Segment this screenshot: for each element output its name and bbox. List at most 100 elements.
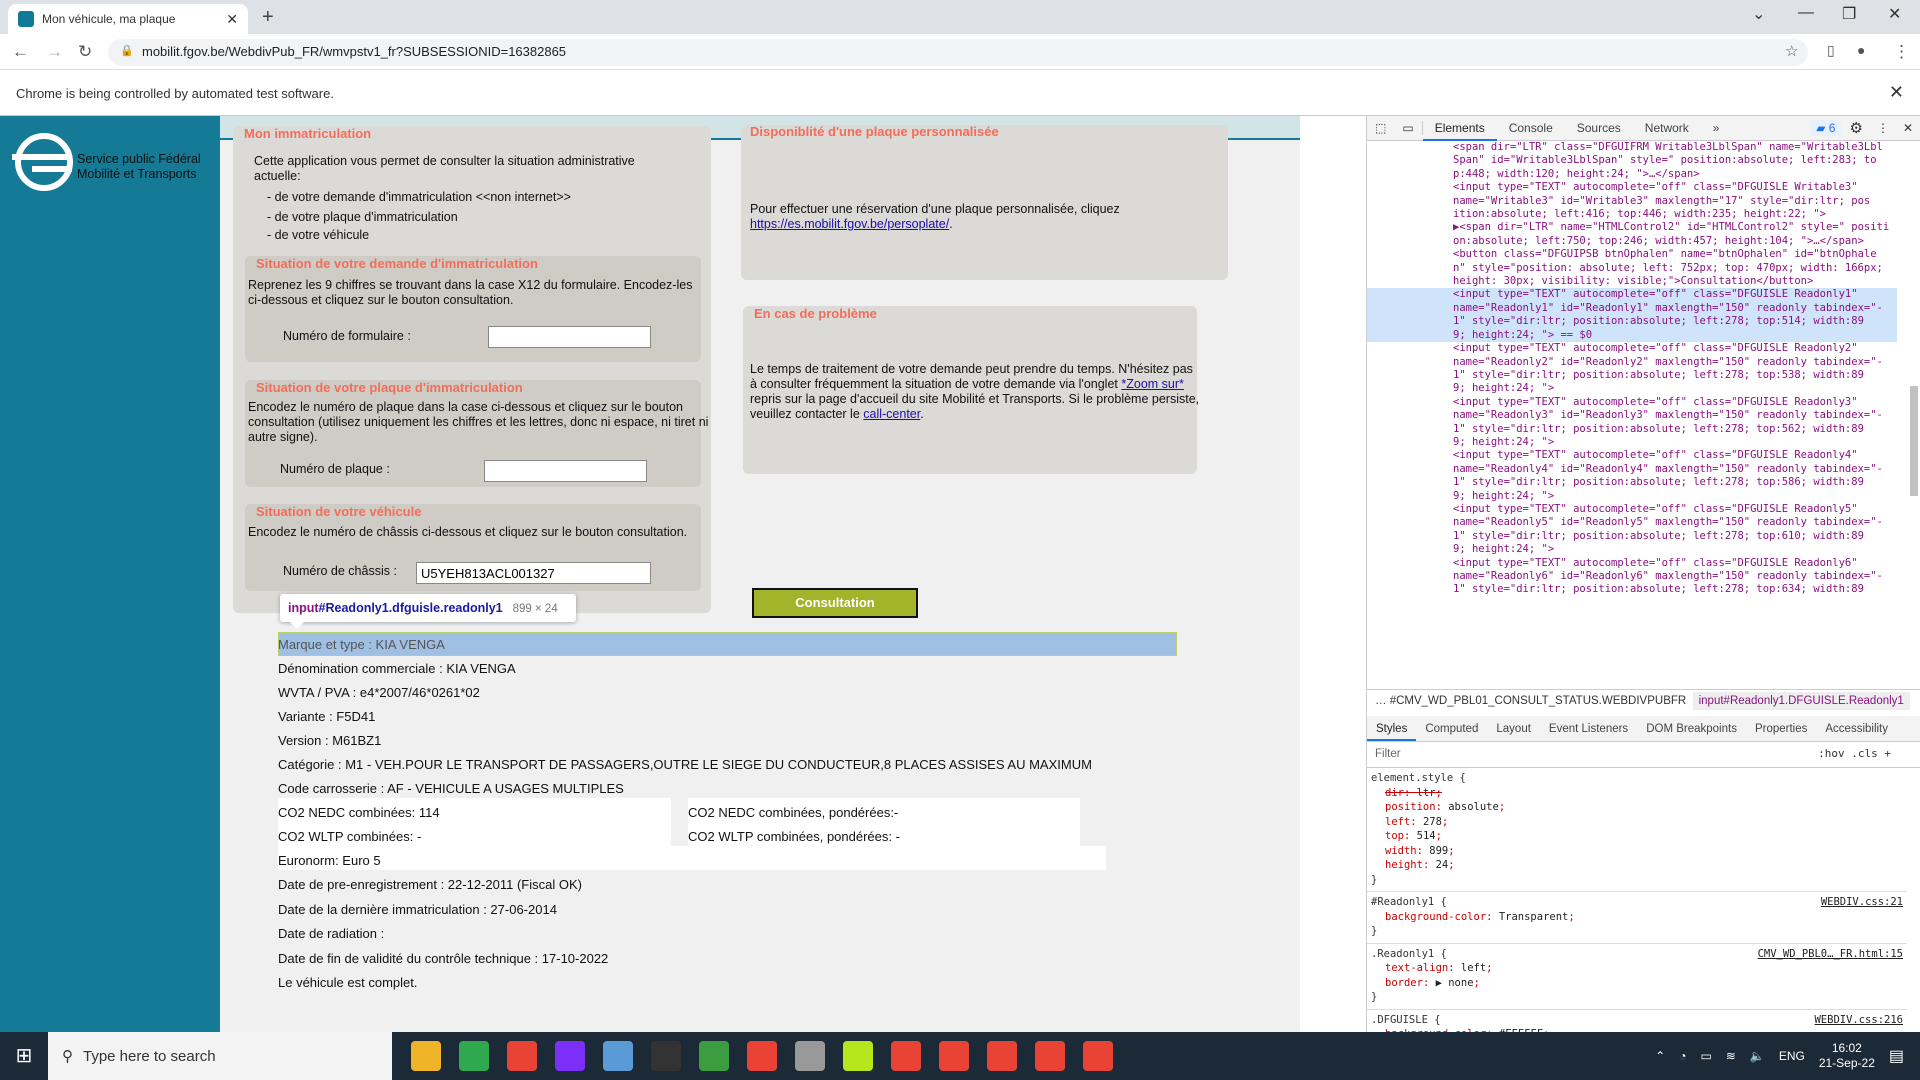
code-line[interactable]: <input type="TEXT" autocomplete="off" cl…: [1367, 288, 1897, 302]
consultation-button[interactable]: Consultation: [752, 588, 918, 618]
styles-tab[interactable]: Accessibility: [1816, 716, 1897, 741]
code-line[interactable]: 1" style="dir:ltr; position:absolute; le…: [1453, 423, 1897, 436]
styles-tab[interactable]: Layout: [1487, 716, 1540, 741]
close-tab-icon[interactable]: ✕: [226, 11, 238, 28]
device-toolbar-icon[interactable]: ▭: [1394, 121, 1423, 135]
code-line[interactable]: name="Readonly2" id="Readonly2" maxlengt…: [1453, 356, 1897, 369]
reload-icon[interactable]: ↻: [78, 42, 92, 62]
code-line[interactable]: name="Readonly4" id="Readonly4" maxlengt…: [1453, 463, 1897, 476]
tab-elements[interactable]: Elements: [1422, 116, 1497, 141]
close-window-button[interactable]: ✕: [1888, 4, 1901, 24]
call-center-link[interactable]: call-center: [863, 407, 920, 421]
taskbar-app-icon[interactable]: [891, 1041, 921, 1071]
forward-icon[interactable]: →: [46, 42, 63, 62]
elements-scrollbar[interactable]: [1910, 386, 1918, 496]
code-line[interactable]: name="Readonly6" id="Readonly6" maxlengt…: [1453, 570, 1897, 583]
css-property[interactable]: width: 899;: [1371, 844, 1903, 859]
styles-tab[interactable]: DOM Breakpoints: [1637, 716, 1746, 741]
css-property[interactable]: background-color: Transparent;: [1371, 910, 1903, 925]
new-tab-button[interactable]: +: [262, 6, 274, 29]
bookmark-star-icon[interactable]: ☆: [1785, 42, 1798, 60]
code-line[interactable]: name="Readonly1" id="Readonly1" maxlengt…: [1367, 301, 1897, 316]
profile-icon[interactable]: ●: [1857, 42, 1865, 58]
tab-console[interactable]: Console: [1497, 116, 1565, 141]
taskbar-app-icon[interactable]: [603, 1041, 633, 1071]
styles-tab[interactable]: Event Listeners: [1540, 716, 1637, 741]
code-line[interactable]: <input type="TEXT" autocomplete="off" cl…: [1453, 449, 1897, 462]
tab-sources[interactable]: Sources: [1565, 116, 1633, 141]
code-line[interactable]: <input type="TEXT" autocomplete="off" cl…: [1453, 503, 1897, 516]
notifications-icon[interactable]: ▤: [1889, 1046, 1904, 1066]
more-options-icon[interactable]: ⋮: [1871, 121, 1895, 135]
settings-gear-icon[interactable]: ⚙: [1841, 119, 1870, 137]
back-icon[interactable]: ←: [12, 42, 29, 62]
code-line[interactable]: name="Readonly5" id="Readonly5" maxlengt…: [1453, 516, 1897, 529]
network-icon[interactable]: ◔: [1679, 1049, 1686, 1063]
code-line[interactable]: name="Readonly3" id="Readonly3" maxlengt…: [1453, 409, 1897, 422]
taskbar-app-icon[interactable]: [1083, 1041, 1113, 1071]
plaque-input[interactable]: [484, 460, 647, 482]
css-property[interactable]: top: 514;: [1371, 829, 1903, 844]
styles-tab[interactable]: Computed: [1416, 716, 1487, 741]
clock[interactable]: 16:02 21-Sep-22: [1819, 1041, 1875, 1071]
taskbar-app-icon[interactable]: [555, 1041, 585, 1071]
css-property[interactable]: text-align: left;: [1371, 961, 1903, 976]
filter-tools[interactable]: :hov .cls +: [1818, 747, 1891, 760]
taskbar-app-icon[interactable]: [939, 1041, 969, 1071]
close-infobar-icon[interactable]: ✕: [1889, 82, 1904, 103]
code-line[interactable]: <input type="TEXT" autocomplete="off" cl…: [1453, 181, 1897, 194]
code-line[interactable]: 1" style="dir:ltr; position:absolute; le…: [1453, 476, 1897, 489]
issues-badge[interactable]: ▰ 6: [1810, 120, 1842, 136]
breadcrumb-parent[interactable]: … #CMV_WD_PBL01_CONSULT_STATUS.WEBDIVPUB…: [1375, 695, 1686, 707]
code-line[interactable]: 1" style="dir:ltr; position:absolute; le…: [1453, 583, 1897, 596]
code-line[interactable]: ▶<span dir="LTR" name="HTMLControl2" id=…: [1453, 221, 1897, 234]
code-line[interactable]: 9; height:24; ">: [1453, 382, 1897, 395]
code-line[interactable]: 1" style="dir:ltr; position:absolute; le…: [1453, 530, 1897, 543]
more-tabs-button[interactable]: »: [1701, 116, 1732, 141]
styles-tab[interactable]: Styles: [1367, 716, 1417, 741]
tab-network[interactable]: Network: [1633, 116, 1701, 141]
language-indicator[interactable]: ENG: [1779, 1049, 1805, 1063]
tray-chevron-icon[interactable]: ⌃: [1655, 1049, 1665, 1063]
styles-tab[interactable]: Properties: [1746, 716, 1816, 741]
code-line[interactable]: on:absolute; left:750; top:246; width:45…: [1453, 235, 1897, 248]
taskbar-search[interactable]: ⚲ Type here to search: [48, 1032, 392, 1080]
css-property[interactable]: left: 278;: [1371, 815, 1903, 830]
taskbar-app-icon[interactable]: [507, 1041, 537, 1071]
taskbar-app-icon[interactable]: [843, 1041, 873, 1071]
css-property[interactable]: position: absolute;: [1371, 800, 1903, 815]
css-source-link[interactable]: CMV_WD_PBL0…_FR.html:15: [1758, 947, 1903, 962]
code-line[interactable]: ition:absolute; left:416; top:446; width…: [1453, 208, 1897, 221]
code-line[interactable]: 9; height:24; "> == $0: [1367, 328, 1897, 343]
menu-icon[interactable]: ⋮: [1893, 42, 1910, 62]
taskbar-app-icon[interactable]: [987, 1041, 1017, 1071]
styles-filter-input[interactable]: Filter:hov .cls +: [1367, 742, 1920, 768]
code-line[interactable]: 9; height:24; ">: [1453, 490, 1897, 503]
code-line[interactable]: 9; height:24; ">: [1453, 436, 1897, 449]
battery-icon[interactable]: ▭: [1700, 1049, 1711, 1063]
breadcrumb-current[interactable]: input#Readonly1.DFGUISLE.Readonly1: [1692, 692, 1910, 710]
code-line[interactable]: 1" style="dir:ltr; position:absolute; le…: [1367, 315, 1897, 329]
code-line[interactable]: <span dir="LTR" class="DFGUIFRM Writable…: [1453, 141, 1897, 154]
code-line[interactable]: 9; height:24; ">: [1453, 543, 1897, 556]
code-line[interactable]: p:448; width:120; height:24; ">…</span>: [1453, 168, 1897, 181]
minimize-button[interactable]: —: [1798, 4, 1814, 22]
code-line[interactable]: height: 30px; visibility: visible;">Cons…: [1453, 275, 1897, 288]
inspect-element-icon[interactable]: ⬚: [1367, 121, 1394, 135]
chassis-input[interactable]: [416, 562, 651, 584]
restore-button[interactable]: ❐: [1842, 4, 1856, 24]
taskbar-app-icon[interactable]: [795, 1041, 825, 1071]
url-input[interactable]: 🔒 mobilit.fgov.be/WebdivPub_FR/wmvpstv1_…: [108, 39, 1808, 66]
taskbar-app-icon[interactable]: [747, 1041, 777, 1071]
code-line[interactable]: <input type="TEXT" autocomplete="off" cl…: [1453, 557, 1897, 570]
css-source-link[interactable]: WEBDIV.css:216: [1814, 1013, 1903, 1028]
code-line[interactable]: <input type="TEXT" autocomplete="off" cl…: [1453, 396, 1897, 409]
css-property[interactable]: dir: ltr;: [1371, 786, 1903, 801]
windows-start-icon[interactable]: ⊞: [0, 1032, 48, 1080]
code-line[interactable]: 1" style="dir:ltr; position:absolute; le…: [1453, 369, 1897, 382]
code-line[interactable]: <button class="DFGUIPSB btnOphalen" name…: [1453, 248, 1897, 261]
css-property[interactable]: border: ▶ none;: [1371, 976, 1903, 991]
taskbar-app-icon[interactable]: [651, 1041, 681, 1071]
formulaire-input[interactable]: [488, 326, 651, 348]
side-panel-icon[interactable]: ▯: [1827, 42, 1835, 59]
